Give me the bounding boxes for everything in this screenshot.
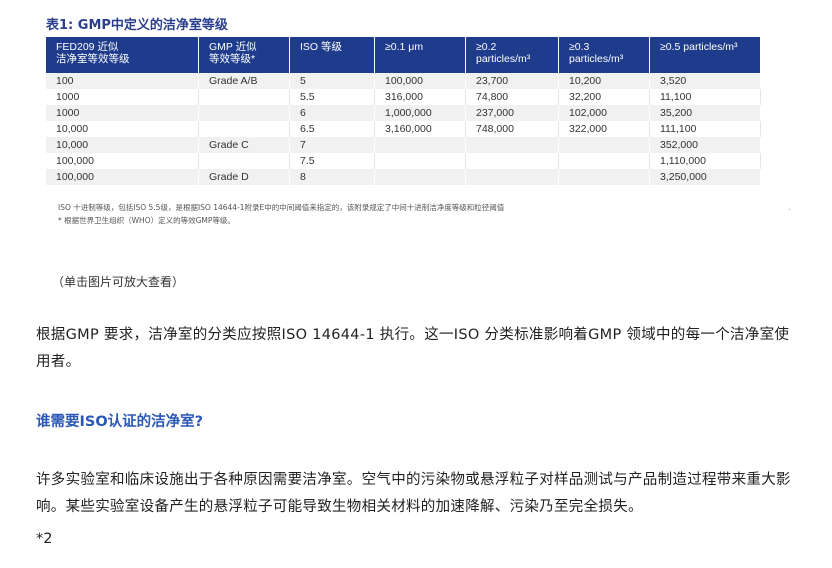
cell-gmp <box>198 105 290 121</box>
table-row: 10,000 Grade C 7 352,000 <box>46 137 761 153</box>
cell-p05: 11,100 <box>649 89 761 105</box>
header-0-2um: ≥0.2 particles/m³ <box>465 37 559 73</box>
cell-fed209: 100,000 <box>46 153 199 169</box>
cell-iso: 7 <box>289 137 375 153</box>
header-iso: ISO 等级 <box>289 37 375 73</box>
paragraph-labs: 许多实验室和临床设施出于各种原因需要洁净室。空气中的污染物或悬浮粒子对样品测试与… <box>36 472 791 515</box>
header-0-3um: ≥0.3 particles/m³ <box>558 37 650 73</box>
cleanroom-grade-table-figure[interactable]: 表1: GMP中定义的洁净室等级 FED209 近似 洁净室等效等级 GMP 近似… <box>44 0 791 240</box>
cell-iso: 5.5 <box>289 89 375 105</box>
header-gmp: GMP 近似 等效等级* <box>198 37 290 73</box>
cell-p02: 74,800 <box>465 89 559 105</box>
paragraph-gmp-iso: 根据GMP 要求，洁净室的分类应按照ISO 14644-1 执行。这一ISO 分… <box>36 327 790 370</box>
cell-p03: 322,000 <box>558 121 650 137</box>
header-fed209: FED209 近似 洁净室等效等级 <box>46 37 199 73</box>
cell-fed209: 100,000 <box>46 169 199 185</box>
table-row: 100,000 Grade D 8 3,250,000 <box>46 169 761 185</box>
cell-p03 <box>558 169 650 185</box>
image-caption: （单击图片可放大查看） <box>52 275 185 289</box>
cell-p02: 748,000 <box>465 121 559 137</box>
cell-p03: 32,200 <box>558 89 650 105</box>
figure-notes: ISO 十进制等级，包括ISO 5.5级，是根据ISO 14644-1附录E中的… <box>58 201 504 227</box>
cell-p05: 3,250,000 <box>649 169 761 185</box>
header-0-1um: ≥0.1 μm <box>374 37 466 73</box>
grade-table: FED209 近似 洁净室等效等级 GMP 近似 等效等级* ISO 等级 ≥0.1… <box>46 37 761 185</box>
header-0-5um: ≥0.5 particles/m³ <box>649 37 761 73</box>
table-body: 100 Grade A/B 5 100,000 23,700 10,200 3,520 100… <box>46 73 761 185</box>
cell-p01: 1,000,000 <box>374 105 466 121</box>
cell-p01 <box>374 137 466 153</box>
cell-fed209: 1000 <box>46 89 199 105</box>
cell-p05: 3,520 <box>649 73 761 89</box>
cell-p03: 10,200 <box>558 73 650 89</box>
cell-iso: 6 <box>289 105 375 121</box>
cell-p01 <box>374 169 466 185</box>
cell-p01: 100,000 <box>374 73 466 89</box>
cell-gmp: Grade D <box>198 169 290 185</box>
cell-p05: 1,110,000 <box>649 153 761 169</box>
table-row: 1000 5.5 316,000 74,800 32,200 11,100 <box>46 89 761 105</box>
table-header-row: FED209 近似 洁净室等效等级 GMP 近似 等效等级* ISO 等级 ≥0.1… <box>46 37 761 73</box>
cell-iso: 8 <box>289 169 375 185</box>
table-row: 100 Grade A/B 5 100,000 23,700 10,200 3,520 <box>46 73 761 89</box>
cell-gmp <box>198 153 290 169</box>
cell-p02 <box>465 169 559 185</box>
cell-iso: 6.5 <box>289 121 375 137</box>
cell-p02: 23,700 <box>465 73 559 89</box>
cell-fed209: 100 <box>46 73 199 89</box>
cell-gmp: Grade A/B <box>198 73 290 89</box>
cell-gmp <box>198 121 290 137</box>
cell-gmp: Grade C <box>198 137 290 153</box>
section-heading: 谁需要ISO认证的洁净室? <box>36 414 204 430</box>
cell-p01: 3,160,000 <box>374 121 466 137</box>
cell-p03 <box>558 137 650 153</box>
cell-fed209: 10,000 <box>46 137 199 153</box>
cell-p03 <box>558 153 650 169</box>
cell-p05: 35,200 <box>649 105 761 121</box>
footnote-ref: *2 <box>36 531 53 547</box>
figure-dot: . <box>788 203 791 212</box>
table-row: 100,000 7.5 1,110,000 <box>46 153 761 169</box>
table-row: 1000 6 1,000,000 237,000 102,000 35,200 <box>46 105 761 121</box>
cell-p02 <box>465 137 559 153</box>
cell-gmp <box>198 89 290 105</box>
cell-p03: 102,000 <box>558 105 650 121</box>
figure-note-iso: ISO 十进制等级，包括ISO 5.5级，是根据ISO 14644-1附录E中的… <box>58 203 505 212</box>
figure-note-who: * 根据世界卫生组织（WHO）定义的等效GMP等级。 <box>58 216 235 225</box>
cell-p01: 316,000 <box>374 89 466 105</box>
cell-fed209: 1000 <box>46 105 199 121</box>
figure-title: 表1: GMP中定义的洁净室等级 <box>46 18 228 33</box>
cell-p01 <box>374 153 466 169</box>
cell-p02: 237,000 <box>465 105 559 121</box>
table-row: 10,000 6.5 3,160,000 748,000 322,000 111,100 <box>46 121 761 137</box>
cell-p05: 111,100 <box>649 121 761 137</box>
cell-iso: 7.5 <box>289 153 375 169</box>
cell-iso: 5 <box>289 73 375 89</box>
cell-fed209: 10,000 <box>46 121 199 137</box>
cell-p02 <box>465 153 559 169</box>
cell-p05: 352,000 <box>649 137 761 153</box>
